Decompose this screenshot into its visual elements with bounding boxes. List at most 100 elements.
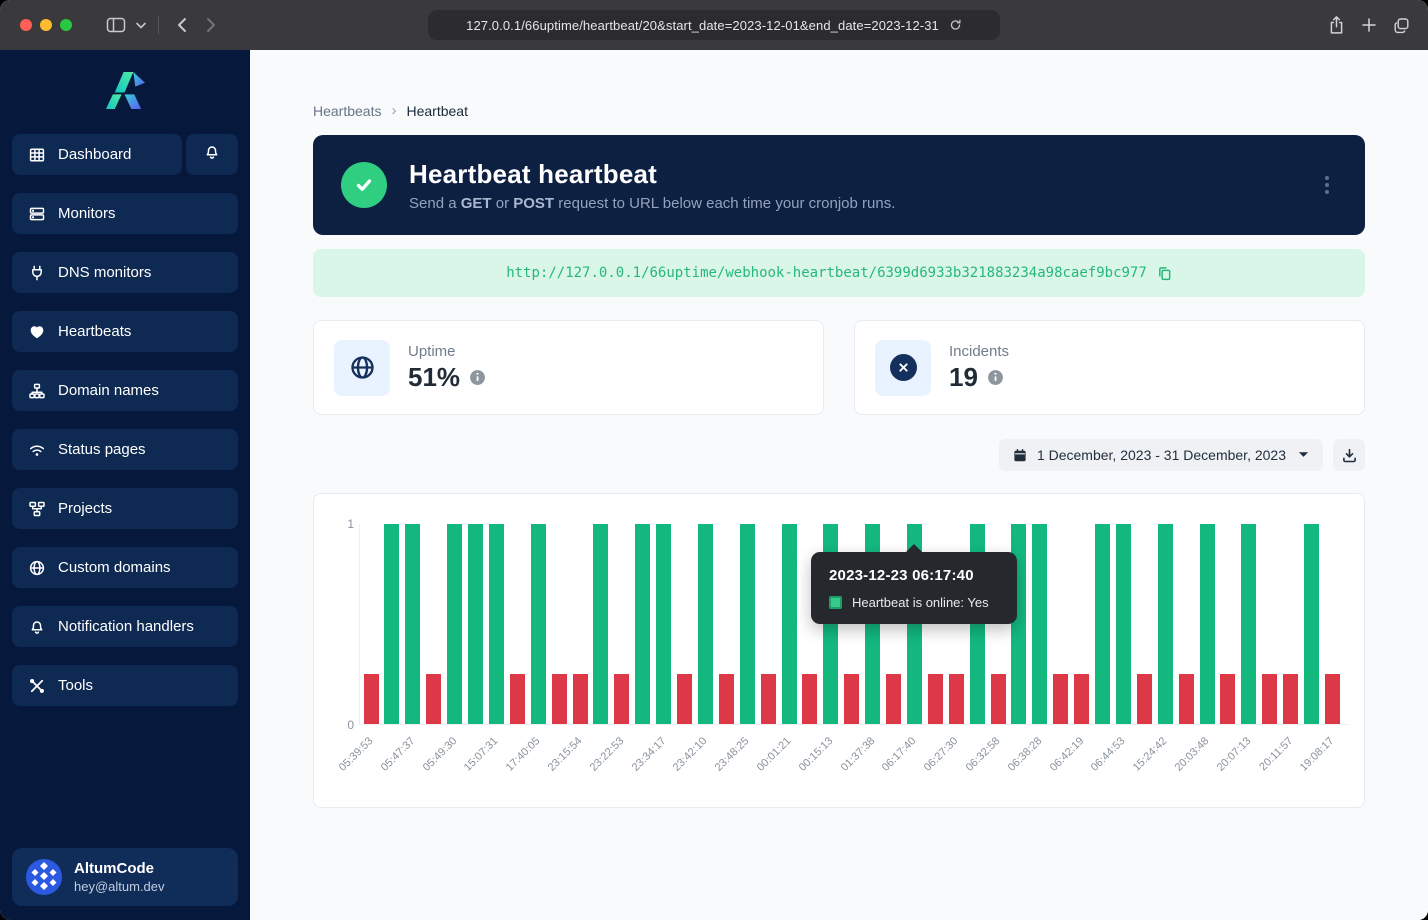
chart-bar[interactable]: [1179, 674, 1194, 724]
chevron-down-icon[interactable]: [132, 11, 150, 39]
chart-bar[interactable]: [1325, 674, 1340, 724]
browser-window: 127.0.0.1/66uptime/heartbeat/20&start_da…: [0, 0, 1428, 920]
chart-bar[interactable]: [573, 674, 588, 724]
chart-bar[interactable]: [468, 524, 483, 724]
chart-bar[interactable]: [447, 524, 462, 724]
kebab-menu-icon[interactable]: [1319, 170, 1335, 200]
sidebar-item-heartbeats[interactable]: Heartbeats: [12, 311, 238, 352]
x-tick-label: 20:03:48: [1173, 735, 1212, 774]
sidebar-item-monitors[interactable]: Monitors: [12, 193, 238, 234]
tab-overview-icon[interactable]: [1393, 17, 1410, 34]
chart-bar[interactable]: [1095, 524, 1110, 724]
user-email: hey@altum.dev: [74, 879, 165, 894]
chart-bar[interactable]: [698, 524, 713, 724]
chart-bar[interactable]: [1116, 524, 1131, 724]
chart-bar[interactable]: [1032, 524, 1047, 724]
chart-bar[interactable]: [844, 674, 859, 724]
diagram-icon: [29, 501, 45, 517]
sidebar-item-domain-names[interactable]: Domain names: [12, 370, 238, 411]
chart-bar[interactable]: [886, 674, 901, 724]
bell-icon: [29, 619, 45, 635]
sidebar-item-notification-handlers[interactable]: Notification handlers: [12, 606, 238, 647]
sidebar-item-tools[interactable]: Tools: [12, 665, 238, 706]
sidebar-item-label: Monitors: [58, 205, 116, 222]
chart-bar[interactable]: [719, 674, 734, 724]
chart-bar[interactable]: [1200, 524, 1215, 724]
minimize-window-button[interactable]: [40, 19, 52, 31]
incidents-card: Incidents 19: [854, 320, 1365, 415]
chart-bar[interactable]: [364, 674, 379, 724]
chart-bar[interactable]: [426, 674, 441, 724]
forward-icon[interactable]: [197, 11, 225, 39]
chart-bar[interactable]: [552, 674, 567, 724]
info-icon[interactable]: [987, 369, 1004, 386]
chart-bar[interactable]: [1053, 674, 1068, 724]
chart-bar[interactable]: [656, 524, 671, 724]
info-icon[interactable]: [469, 369, 486, 386]
heartbeat-header-card: Heartbeat heartbeat Send a GET or POST r…: [313, 135, 1365, 235]
chart-bar[interactable]: [1262, 674, 1277, 724]
date-range-picker[interactable]: 1 December, 2023 - 31 December, 2023: [999, 439, 1323, 471]
chart-bar[interactable]: [510, 674, 525, 724]
chart-bar[interactable]: [677, 674, 692, 724]
reload-icon[interactable]: [949, 18, 962, 32]
chart-bar[interactable]: [1158, 524, 1173, 724]
address-bar[interactable]: 127.0.0.1/66uptime/heartbeat/20&start_da…: [428, 10, 1000, 40]
sidebar-item-status-pages[interactable]: Status pages: [12, 429, 238, 470]
sidebar-item-label: Projects: [58, 500, 112, 517]
chart-bar[interactable]: [489, 524, 504, 724]
chart-bar[interactable]: [1074, 674, 1089, 724]
user-card[interactable]: AltumCode hey@altum.dev: [12, 848, 238, 906]
chart-bar[interactable]: [614, 674, 629, 724]
sidebar-toggle-icon[interactable]: [102, 11, 130, 39]
sidebar-item-projects[interactable]: Projects: [12, 488, 238, 529]
breadcrumb-heartbeats-link[interactable]: Heartbeats: [313, 103, 381, 119]
zoom-window-button[interactable]: [60, 19, 72, 31]
sidebar-item-custom-domains[interactable]: Custom domains: [12, 547, 238, 588]
chart-bar[interactable]: [761, 674, 776, 724]
incidents-label: Incidents: [949, 343, 1009, 360]
bell-icon: [204, 144, 220, 165]
chart-bar[interactable]: [1220, 674, 1235, 724]
webhook-url-banner: http://127.0.0.1/66uptime/webhook-heartb…: [313, 249, 1365, 297]
new-tab-icon[interactable]: [1361, 17, 1377, 33]
tooltip-label: Heartbeat is online: Yes: [852, 595, 989, 610]
chart-bar[interactable]: [1241, 524, 1256, 724]
copy-icon[interactable]: [1157, 266, 1172, 281]
chart-bar[interactable]: [531, 524, 546, 724]
sidebar-item-label: Tools: [58, 677, 93, 694]
chart-bar[interactable]: [782, 524, 797, 724]
x-tick-label: 23:34:17: [629, 735, 668, 774]
chart-bar[interactable]: [1304, 524, 1319, 724]
notifications-button[interactable]: [186, 134, 238, 175]
sidebar-item-dashboard[interactable]: Dashboard: [12, 134, 182, 175]
share-icon[interactable]: [1328, 15, 1345, 35]
x-tick-label: 06:38:28: [1006, 735, 1045, 774]
x-tick-label: 06:27:30: [922, 735, 961, 774]
incident-x-icon: [890, 354, 917, 381]
back-icon[interactable]: [167, 11, 195, 39]
chart-bar[interactable]: [928, 674, 943, 724]
chart-bar[interactable]: [1137, 674, 1152, 724]
chart-bar[interactable]: [991, 674, 1006, 724]
status-online-icon: [341, 162, 387, 208]
chart-bar[interactable]: [740, 524, 755, 724]
x-tick-label: 06:44:53: [1089, 735, 1128, 774]
x-tick-label: 05:49:30: [420, 735, 459, 774]
sidebar-item-dns-monitors[interactable]: DNS monitors: [12, 252, 238, 293]
chart-bar[interactable]: [593, 524, 608, 724]
chart-bar[interactable]: [1283, 674, 1298, 724]
avatar: [26, 859, 62, 895]
chart-bar[interactable]: [635, 524, 650, 724]
close-window-button[interactable]: [20, 19, 32, 31]
chart-bar[interactable]: [802, 674, 817, 724]
uptime-label: Uptime: [408, 343, 486, 360]
sitemap-icon: [29, 383, 45, 399]
sidebar-item-label: Status pages: [58, 441, 146, 458]
chart-bar[interactable]: [384, 524, 399, 724]
download-report-button[interactable]: [1333, 439, 1365, 471]
x-tick-label: 05:39:53: [337, 735, 376, 774]
chart-bar[interactable]: [949, 674, 964, 724]
x-tick-label: 06:17:40: [880, 735, 919, 774]
chart-bar[interactable]: [405, 524, 420, 724]
